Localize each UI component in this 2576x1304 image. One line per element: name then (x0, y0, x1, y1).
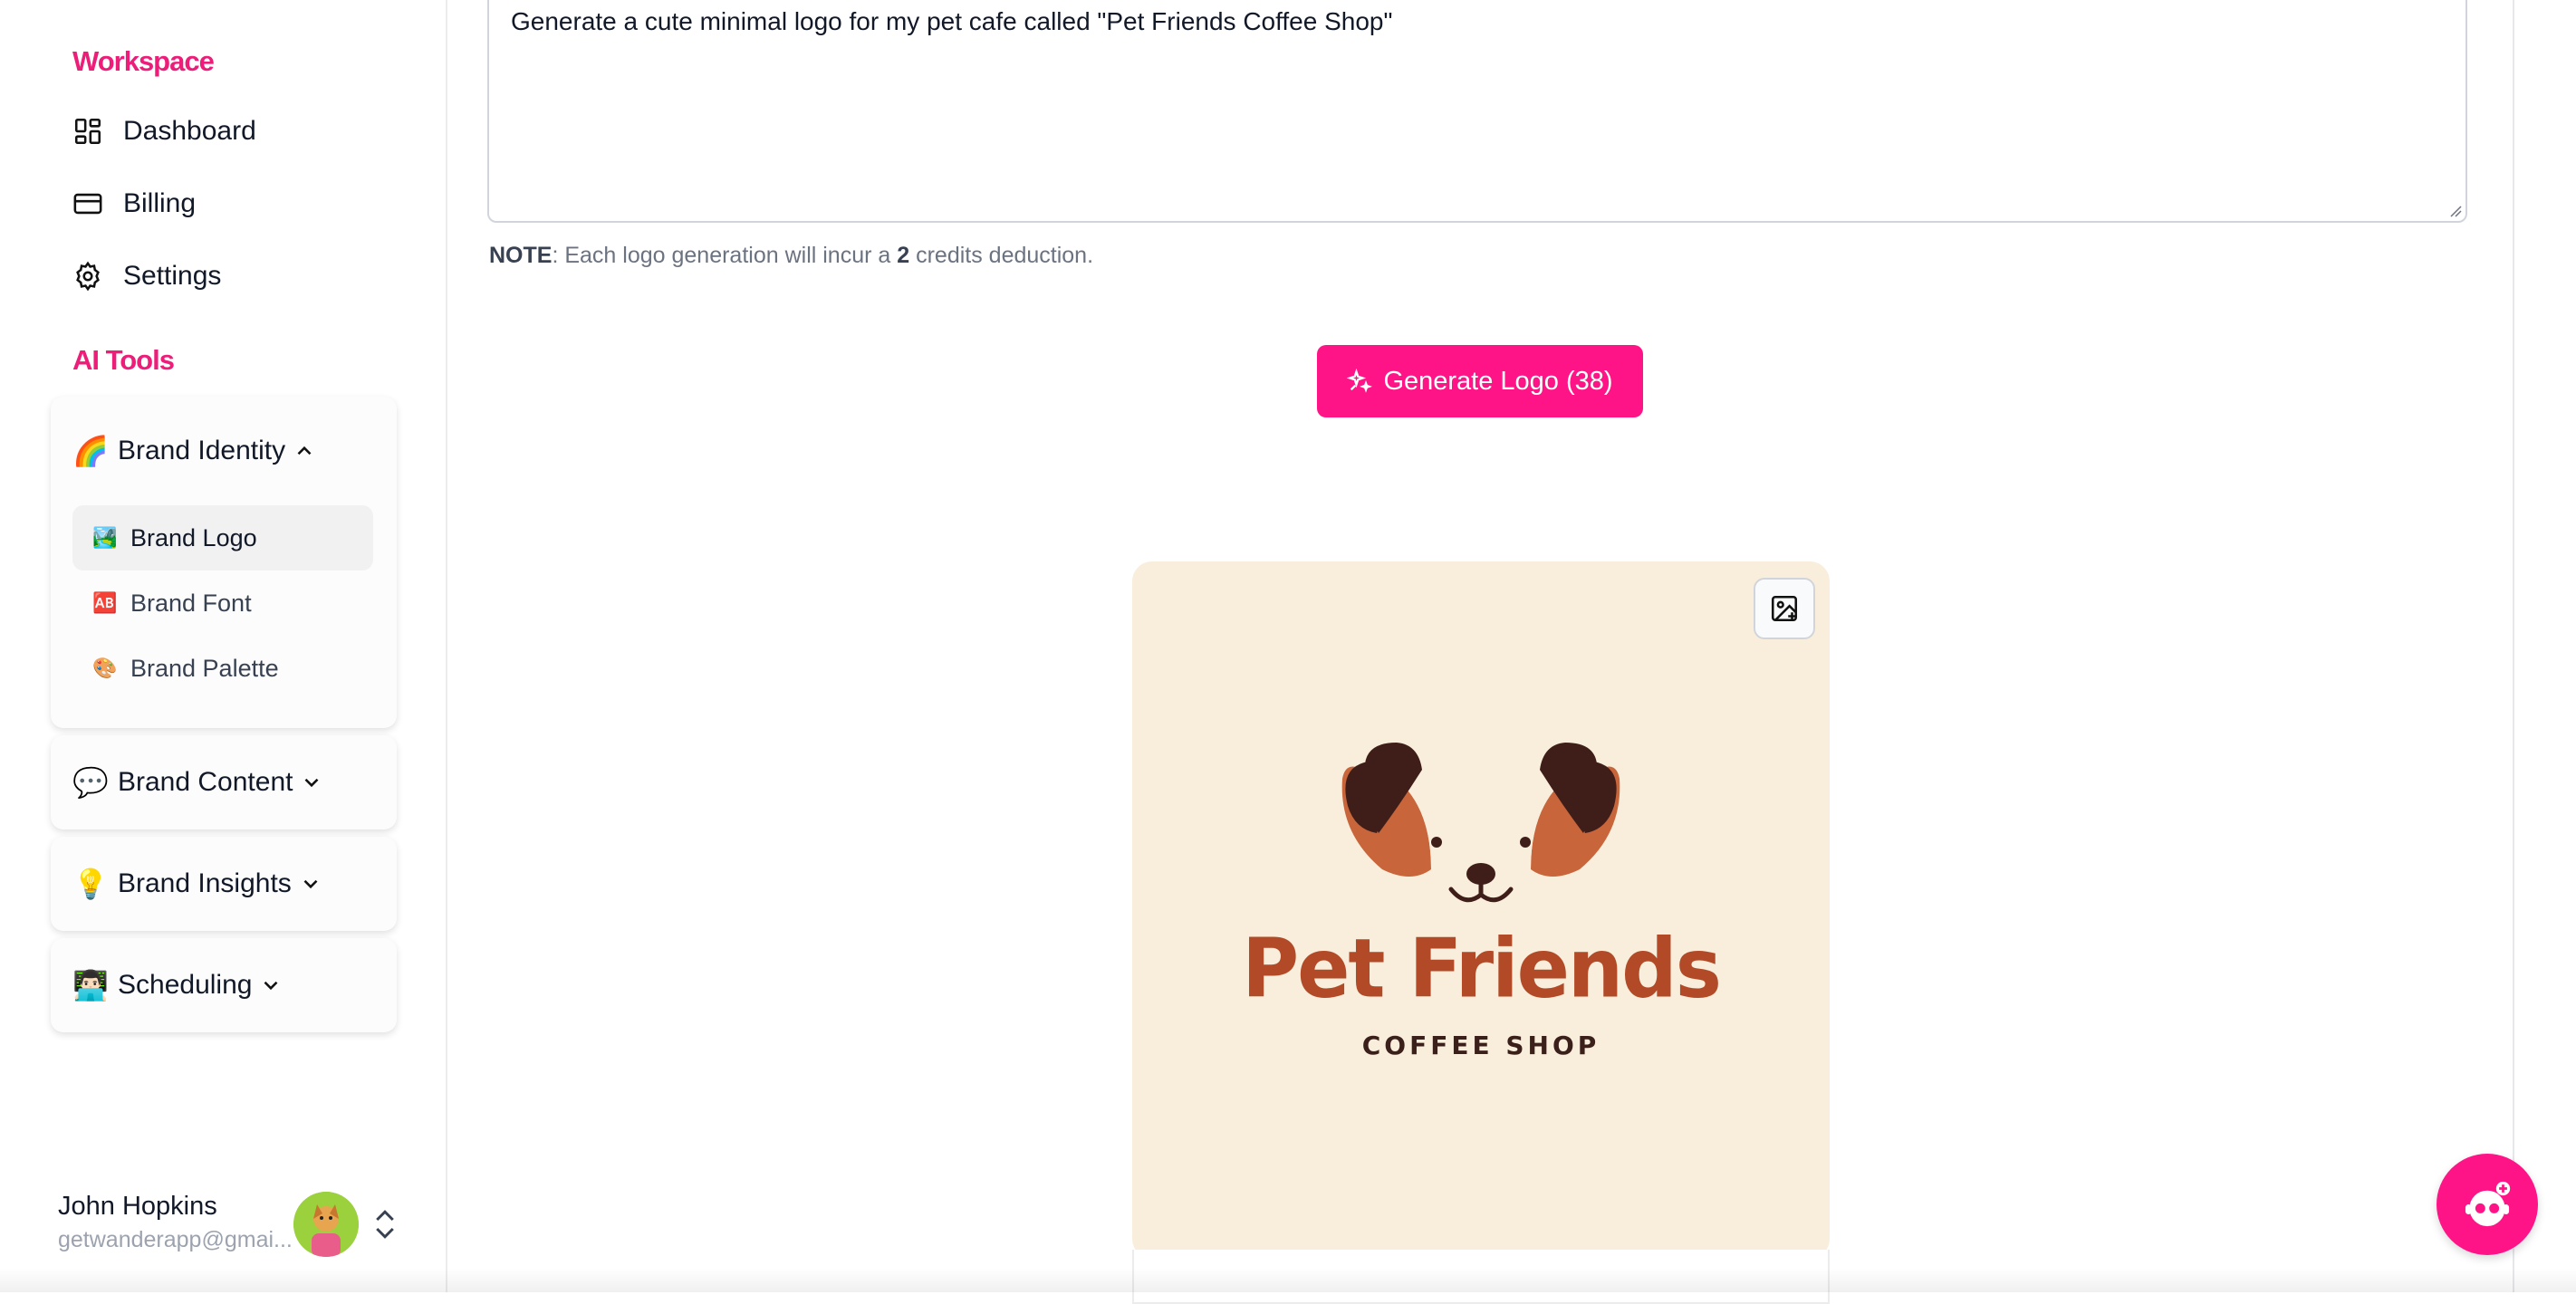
sidebar-item-label: Settings (123, 261, 222, 291)
group-header-brand-identity[interactable]: 🌈 Brand Identity (72, 397, 316, 505)
group-label: Brand Identity (118, 436, 286, 465)
sidebar-item-billing[interactable]: Billing (72, 178, 196, 229)
chevron-up-icon (297, 446, 312, 455)
content-divider (2513, 0, 2514, 1292)
avatar-illustration (293, 1192, 359, 1257)
sidebar-item-label: Billing (123, 188, 197, 218)
technologist-icon: 👨🏻‍💻 (72, 969, 109, 1002)
prompt-text: Generate a cute minimal logo for my pet … (511, 7, 1393, 35)
main-content: Generate a cute minimal logo for my pet … (449, 0, 2513, 1304)
group-header-scheduling[interactable]: 👨🏻‍💻 Scheduling (72, 938, 283, 1032)
logo-title: Pet Friends (1242, 921, 1722, 1017)
generated-logo-card: Pet Friends COFFEE SHOP (1132, 561, 1830, 1259)
credit-card-icon (73, 193, 102, 215)
logo-card-footer (1132, 1250, 1830, 1304)
ai-tools-section-title: AI Tools (72, 344, 175, 376)
palette-icon: 🎨 (92, 657, 118, 679)
group-brand-identity: 🌈 Brand Identity 🏞️ Brand Logo 🆎 Brand F… (51, 397, 397, 728)
lightbulb-icon: 💡 (72, 868, 109, 900)
prompt-textarea[interactable]: Generate a cute minimal logo for my pet … (487, 0, 2467, 223)
image-edit-icon (1771, 595, 1798, 622)
speech-bubble-icon: 💬 (72, 766, 109, 799)
chevron-down-icon (264, 981, 278, 991)
sidebar-item-dashboard[interactable]: Dashboard (72, 106, 256, 157)
sidebar-item-label: Dashboard (123, 116, 256, 146)
sub-item-label: Brand Palette (130, 654, 279, 682)
group-header-brand-content[interactable]: 💬 Brand Content (72, 735, 323, 829)
resize-handle-icon[interactable] (2447, 203, 2462, 217)
sidebar: Workspace Dashboard Billing Settings AI … (0, 0, 447, 1292)
user-info[interactable]: John Hopkins getwanderapp@gmai... (58, 1192, 299, 1253)
group-header-brand-insights[interactable]: 💡 Brand Insights (72, 837, 322, 931)
logo-subtitle: COFFEE SHOP (1361, 1031, 1600, 1060)
sub-item-label: Brand Logo (130, 523, 257, 551)
chevron-down-icon (305, 778, 319, 788)
generate-logo-label: Generate Logo (38) (1383, 366, 1613, 396)
sub-item-brand-logo[interactable]: 🏞️ Brand Logo (72, 505, 373, 570)
group-label: Brand Insights (118, 868, 292, 898)
user-email: getwanderapp@gmai... (58, 1227, 293, 1252)
ab-icon: 🆎 (92, 591, 118, 614)
note-suffix: credits deduction. (909, 243, 1094, 268)
sidebar-item-settings[interactable]: Settings (72, 251, 221, 302)
chevron-down-icon (303, 879, 318, 889)
group-brand-insights: 💡 Brand Insights (51, 837, 397, 931)
credits-note: NOTE: Each logo generation will incur a … (489, 243, 1093, 269)
sub-item-brand-palette[interactable]: 🎨 Brand Palette (72, 636, 373, 701)
group-brand-content: 💬 Brand Content (51, 735, 397, 829)
note-prefix: : Each logo generation will incur a (552, 243, 898, 268)
chevrons-up-down-icon[interactable] (371, 1206, 399, 1242)
rainbow-icon: 🌈 (72, 435, 109, 467)
edit-image-button[interactable] (1754, 578, 1815, 639)
group-label: Scheduling (118, 970, 253, 1000)
group-scheduling: 👨🏻‍💻 Scheduling (51, 938, 397, 1032)
generate-logo-button[interactable]: Generate Logo (38) (1317, 345, 1643, 417)
note-label: NOTE (489, 243, 553, 268)
sparkles-icon (1347, 369, 1373, 393)
sub-item-label: Brand Font (130, 589, 252, 617)
dashboard-icon (74, 118, 101, 145)
user-name: John Hopkins (58, 1192, 217, 1221)
dog-logo-illustration (1341, 743, 1620, 903)
gear-icon (76, 261, 100, 292)
bot-icon (2465, 1181, 2511, 1227)
group-label: Brand Content (118, 767, 293, 797)
assistant-bot-button[interactable] (2437, 1154, 2538, 1255)
avatar[interactable] (293, 1192, 359, 1257)
workspace-section-title: Workspace (72, 45, 215, 77)
sub-item-brand-font[interactable]: 🆎 Brand Font (72, 570, 373, 636)
landscape-icon: 🏞️ (92, 526, 118, 549)
note-credits: 2 (897, 243, 910, 268)
